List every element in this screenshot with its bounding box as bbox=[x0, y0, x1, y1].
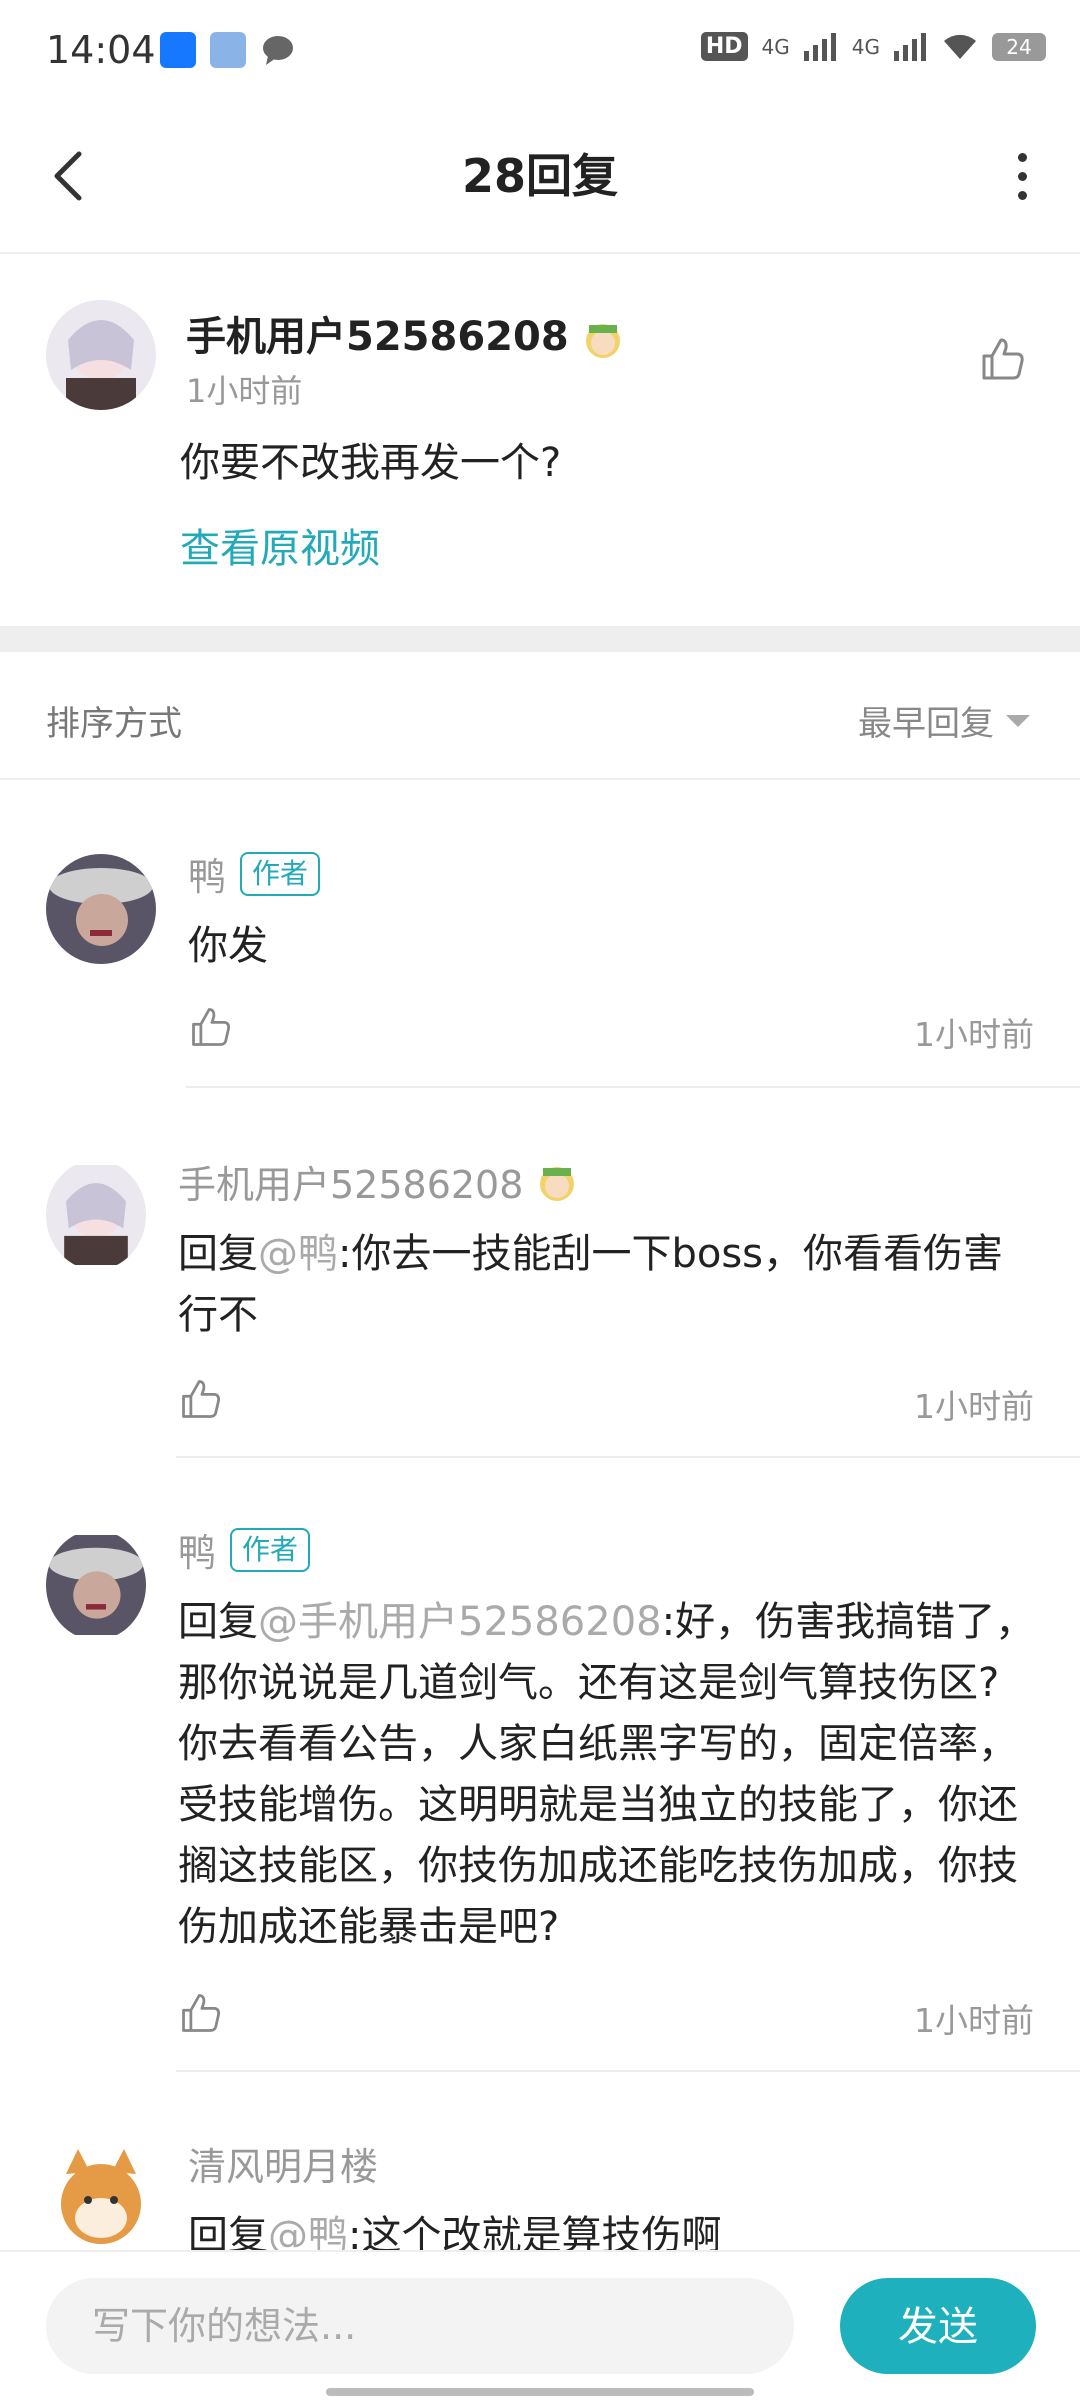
signal-bars-icon bbox=[803, 32, 836, 61]
user-avatar-anime-icon bbox=[46, 1165, 146, 1265]
more-dot-icon bbox=[1017, 152, 1027, 162]
reply-content: 回复@鸭:你去一技能刮一下boss，你看看伤害行不 bbox=[178, 1224, 1038, 1346]
home-indicator[interactable] bbox=[326, 2388, 754, 2396]
more-options-button[interactable] bbox=[992, 136, 1052, 216]
reply-content: 回复@手机用户52586208:好，伤害我搞错了，那你说说是几道剑气。还有这是剑… bbox=[178, 1592, 1038, 1958]
author-badge: 作者 bbox=[230, 1527, 311, 1572]
reply-time: 1小时前 bbox=[914, 2001, 1034, 2040]
battery-icon: 24 bbox=[992, 32, 1046, 61]
signal-4g-icon: 4G bbox=[761, 34, 790, 59]
message-icon bbox=[263, 36, 293, 65]
view-original-video-link[interactable]: 查看原视频 bbox=[180, 516, 380, 574]
top-nav-bar: 28回复 bbox=[0, 100, 1080, 254]
reply-author-name: 鸭 bbox=[188, 855, 227, 899]
avatar[interactable] bbox=[46, 854, 156, 964]
hd-icon: HD bbox=[700, 32, 748, 61]
notification-icons bbox=[160, 32, 296, 68]
status-time: 14:04 bbox=[46, 28, 156, 72]
signal-4g-icon-2: 4G bbox=[851, 34, 880, 59]
user-avatar-hat-icon bbox=[46, 854, 156, 964]
sort-dropdown[interactable]: 最早回复 bbox=[858, 696, 1030, 745]
post-time: 1小时前 bbox=[186, 372, 303, 410]
user-avatar-hat-icon bbox=[46, 1535, 146, 1635]
character-badge-icon bbox=[585, 324, 620, 358]
reply-author-name: 手机用户52586208 bbox=[178, 1163, 524, 1207]
post-author[interactable]: 手机用户52586208 bbox=[186, 304, 625, 362]
mention-link[interactable]: @鸭 bbox=[268, 2213, 348, 2250]
wifi-icon bbox=[944, 34, 976, 59]
reply-text: :好，伤害我搞错了，那你说说是几道剑气。还有这是剑气算技伤区?你去看看公告，人家… bbox=[178, 1599, 1036, 1950]
system-icons: HD 4G 4G 24 bbox=[700, 32, 1046, 61]
reply-item: 鸭作者 你发 1小时前 bbox=[0, 780, 1080, 1090]
reply-prefix: 回复 bbox=[178, 1231, 258, 1277]
avatar[interactable] bbox=[46, 1530, 146, 1640]
reply-prefix: 回复 bbox=[188, 2213, 268, 2250]
sort-bar: 排序方式 最早回复 bbox=[0, 652, 1080, 780]
reply-content: 你发 bbox=[188, 923, 268, 969]
reply-item: 手机用户52586208 回复@鸭:你去一技能刮一下boss，你看看伤害行不 1… bbox=[0, 1090, 1080, 1460]
send-button[interactable]: 发送 bbox=[840, 2278, 1036, 2374]
app-notification-icon bbox=[210, 32, 246, 68]
page-title: 28回复 bbox=[461, 149, 618, 203]
reply-author-name: 鸭 bbox=[178, 1531, 217, 1575]
signal-bars-icon-2 bbox=[894, 32, 926, 61]
status-bar: 14:04 HD 4G 4G 24 bbox=[0, 0, 1080, 100]
avatar[interactable] bbox=[46, 300, 156, 410]
more-dot-icon bbox=[1017, 171, 1027, 181]
sort-label: 排序方式 bbox=[46, 704, 182, 744]
reply-text: :这个改就是算技伤啊 bbox=[348, 2213, 722, 2250]
mention-link[interactable]: @手机用户52586208 bbox=[258, 1599, 662, 1645]
like-icon[interactable] bbox=[978, 334, 1028, 384]
reply-author[interactable]: 鸭作者 bbox=[178, 1522, 311, 1577]
reply-author[interactable]: 鸭作者 bbox=[188, 846, 321, 901]
reply-time: 1小时前 bbox=[914, 1015, 1034, 1054]
author-badge: 作者 bbox=[240, 851, 321, 896]
user-avatar-anime-icon bbox=[46, 300, 156, 410]
sort-selected: 最早回复 bbox=[858, 704, 994, 744]
section-divider bbox=[0, 626, 1080, 652]
reply-author-name: 清风明月楼 bbox=[188, 2145, 379, 2189]
reply-author[interactable]: 清风明月楼 bbox=[188, 2136, 378, 2191]
mention-link[interactable]: @鸭 bbox=[258, 1231, 338, 1277]
more-dot-icon bbox=[1017, 190, 1027, 200]
original-comment: 手机用户52586208 1小时前 你要不改我再发一个? 查看原视频 bbox=[0, 254, 1080, 626]
reply-item: 鸭作者 回复@手机用户52586208:好，伤害我搞错了，那你说说是几道剑气。还… bbox=[0, 1460, 1080, 2072]
post-author-name: 手机用户52586208 bbox=[186, 314, 569, 360]
reply-divider bbox=[176, 1456, 1080, 1458]
reply-item: 清风明月楼 回复@鸭:这个改就是算技伤啊 bbox=[0, 2072, 1080, 2250]
dropdown-triangle-icon bbox=[1006, 714, 1030, 727]
reply-time: 1小时前 bbox=[914, 1387, 1034, 1426]
reply-divider bbox=[186, 1086, 1080, 1088]
avatar[interactable] bbox=[46, 2144, 156, 2250]
reply-prefix: 回复 bbox=[178, 1599, 258, 1645]
comment-bar: 发送 bbox=[0, 2250, 1080, 2402]
alipay-icon bbox=[160, 32, 196, 68]
like-icon[interactable] bbox=[188, 1004, 234, 1050]
avatar[interactable] bbox=[46, 1160, 146, 1270]
like-icon[interactable] bbox=[178, 1990, 224, 2036]
like-icon[interactable] bbox=[178, 1376, 224, 1422]
user-avatar-shiba-icon bbox=[46, 2144, 156, 2250]
reply-content: 回复@鸭:这个改就是算技伤啊 bbox=[188, 2206, 1038, 2250]
character-badge-icon bbox=[540, 1166, 575, 1201]
post-content: 你要不改我再发一个? bbox=[180, 440, 562, 486]
reply-author[interactable]: 手机用户52586208 bbox=[178, 1154, 579, 1209]
comment-input[interactable] bbox=[46, 2278, 794, 2374]
